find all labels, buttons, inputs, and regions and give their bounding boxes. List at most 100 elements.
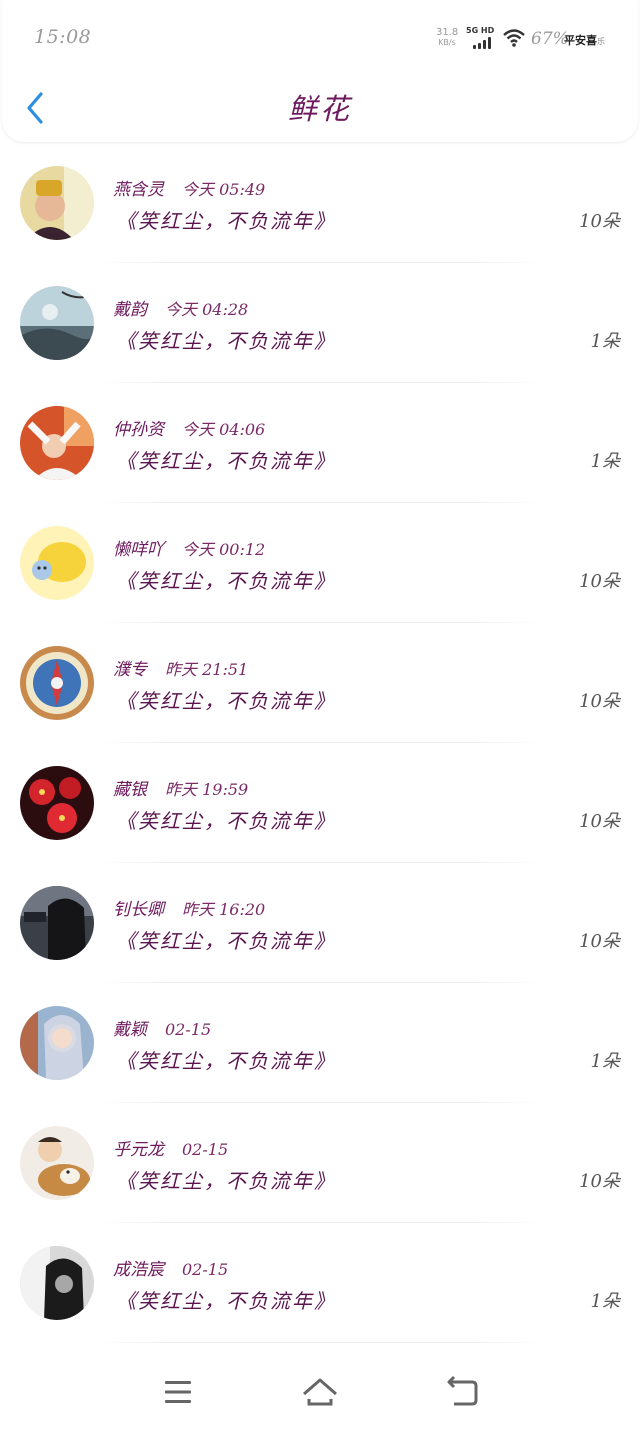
sender-name[interactable]: 濮专 bbox=[113, 660, 147, 680]
gift-time: 昨天 21:51 bbox=[165, 660, 249, 679]
gift-title: 《笑红尘，不负流年》 bbox=[116, 449, 336, 473]
network-type: 5G HD bbox=[466, 26, 495, 35]
page-title: 鲜花 bbox=[287, 92, 352, 126]
signal-icon bbox=[473, 37, 495, 49]
status-time: 15:08 bbox=[34, 26, 92, 48]
flower-count: 10朵 bbox=[579, 571, 620, 592]
sender-name[interactable]: 戴颖 bbox=[113, 1020, 147, 1040]
gift-title: 《笑红尘，不负流年》 bbox=[116, 329, 336, 353]
sender-line: 戴韵 今天 04:28 bbox=[113, 295, 248, 320]
sender-line: 成浩宸 02-15 bbox=[113, 1255, 228, 1280]
avatar-child-dog bbox=[20, 1126, 94, 1200]
sender-name[interactable]: 钊长卿 bbox=[113, 900, 164, 920]
avatar-bw-woman bbox=[20, 1246, 94, 1320]
sender-name[interactable]: 燕含灵 bbox=[113, 180, 164, 200]
gift-list-item[interactable]: 乎元龙 02-15 《笑红尘，不负流年》 10朵 bbox=[0, 1103, 640, 1223]
flower-count: 1朵 bbox=[590, 1291, 620, 1312]
gift-list-item[interactable]: 戴韵 今天 04:28 《笑红尘，不负流年》 1朵 bbox=[0, 263, 640, 383]
gift-time: 02-15 bbox=[182, 1140, 229, 1159]
gift-title: 《笑红尘，不负流年》 bbox=[116, 209, 336, 233]
carrier-suffix: 乐 bbox=[597, 37, 605, 46]
avatar[interactable] bbox=[20, 766, 94, 840]
status-bar: 15:08 31.8 KB/s 5G HD 67% 平安喜乐 bbox=[0, 0, 640, 72]
sender-name[interactable]: 成浩宸 bbox=[113, 1260, 164, 1280]
gift-list-item[interactable]: 燕含灵 今天 05:49 《笑红尘，不负流年》 10朵 bbox=[0, 143, 640, 263]
sender-line: 仲孙资 今天 04:06 bbox=[113, 415, 265, 440]
gift-title: 《笑红尘，不负流年》 bbox=[116, 809, 336, 833]
wifi-icon bbox=[503, 29, 525, 47]
avatar[interactable] bbox=[20, 406, 94, 480]
sender-name[interactable]: 懒咩吖 bbox=[113, 540, 164, 560]
avatar[interactable] bbox=[20, 286, 94, 360]
gift-list-item[interactable]: 戴颖 02-15 《笑红尘，不负流年》 1朵 bbox=[0, 983, 640, 1103]
gift-list-item[interactable]: 仲孙资 今天 04:06 《笑红尘，不负流年》 1朵 bbox=[0, 383, 640, 503]
gift-time: 昨天 16:20 bbox=[182, 900, 266, 919]
avatar-landscape bbox=[20, 286, 94, 360]
system-nav-bar bbox=[0, 1352, 640, 1429]
avatar-red-flowers bbox=[20, 766, 94, 840]
gift-time: 02-15 bbox=[165, 1020, 212, 1039]
flower-count: 1朵 bbox=[590, 451, 620, 472]
header: 鲜花 bbox=[0, 72, 640, 142]
network-speed-value: 31.8 bbox=[436, 27, 459, 38]
avatar[interactable] bbox=[20, 1006, 94, 1080]
network-speed-unit: KB/s bbox=[438, 38, 456, 47]
sender-line: 戴颖 02-15 bbox=[113, 1015, 211, 1040]
gift-time: 今天 04:06 bbox=[182, 420, 266, 439]
gift-list: 燕含灵 今天 05:49 《笑红尘，不负流年》 10朵 戴韵 今天 04:28 《笑红尘，不… bbox=[0, 143, 640, 1343]
gift-title: 《笑红尘，不负流年》 bbox=[116, 1169, 336, 1193]
sender-name[interactable]: 戴韵 bbox=[113, 300, 147, 320]
flower-count: 10朵 bbox=[579, 1171, 620, 1192]
gift-title: 《笑红尘，不负流年》 bbox=[116, 569, 336, 593]
back-icon[interactable] bbox=[442, 1372, 482, 1412]
flower-count: 1朵 bbox=[590, 331, 620, 352]
avatar-girl-hat bbox=[20, 166, 94, 240]
menu-icon[interactable] bbox=[158, 1372, 198, 1412]
flower-count: 1朵 bbox=[590, 1051, 620, 1072]
avatar[interactable] bbox=[20, 166, 94, 240]
gift-title: 《笑红尘，不负流年》 bbox=[116, 929, 336, 953]
avatar-emblem bbox=[20, 646, 94, 720]
carrier-text: 平安喜 bbox=[564, 34, 597, 47]
gift-list-item[interactable]: 懒咩吖 今天 00:12 《笑红尘，不负流年》 10朵 bbox=[0, 503, 640, 623]
avatar[interactable] bbox=[20, 646, 94, 720]
carrier-label: 平安喜乐 bbox=[564, 32, 605, 48]
home-icon[interactable] bbox=[300, 1372, 340, 1412]
avatar-lemon bbox=[20, 526, 94, 600]
gift-time: 今天 00:12 bbox=[182, 540, 266, 559]
gift-list-item[interactable]: 成浩宸 02-15 《笑红尘，不负流年》 1朵 bbox=[0, 1223, 640, 1343]
gift-list-item[interactable]: 濮专 昨天 21:51 《笑红尘，不负流年》 10朵 bbox=[0, 623, 640, 743]
app-root: 15:08 31.8 KB/s 5G HD 67% 平安喜乐 鲜花 燕含灵 今天 … bbox=[0, 0, 640, 1429]
avatar[interactable] bbox=[20, 1126, 94, 1200]
sender-line: 燕含灵 今天 05:49 bbox=[113, 175, 265, 200]
sender-line: 乎元龙 02-15 bbox=[113, 1135, 228, 1160]
gift-list-item[interactable]: 钊长卿 昨天 16:20 《笑红尘，不负流年》 10朵 bbox=[0, 863, 640, 983]
gift-title: 《笑红尘，不负流年》 bbox=[116, 1289, 336, 1313]
flower-count: 10朵 bbox=[579, 811, 620, 832]
avatar[interactable] bbox=[20, 526, 94, 600]
network-speed: 31.8 KB/s bbox=[436, 27, 458, 47]
gift-list-item[interactable]: 藏银 昨天 19:59 《笑红尘，不负流年》 10朵 bbox=[0, 743, 640, 863]
gift-time: 昨天 19:59 bbox=[165, 780, 249, 799]
gift-time: 02-15 bbox=[182, 1260, 229, 1279]
gift-time: 今天 05:49 bbox=[182, 180, 266, 199]
flower-count: 10朵 bbox=[579, 211, 620, 232]
divider bbox=[100, 1342, 540, 1343]
avatar-dark-hair bbox=[20, 886, 94, 960]
sender-line: 懒咩吖 今天 00:12 bbox=[113, 535, 265, 560]
avatar-anime-girl bbox=[20, 1006, 94, 1080]
avatar[interactable] bbox=[20, 1246, 94, 1320]
sender-name[interactable]: 仲孙资 bbox=[113, 420, 164, 440]
sender-name[interactable]: 乎元龙 bbox=[113, 1140, 164, 1160]
sender-name[interactable]: 藏银 bbox=[113, 780, 147, 800]
gift-time: 今天 04:28 bbox=[165, 300, 249, 319]
gift-title: 《笑红尘，不负流年》 bbox=[116, 1049, 336, 1073]
sender-line: 濮专 昨天 21:51 bbox=[113, 655, 248, 680]
gift-title: 《笑红尘，不负流年》 bbox=[116, 689, 336, 713]
sender-line: 藏银 昨天 19:59 bbox=[113, 775, 248, 800]
sender-line: 钊长卿 昨天 16:20 bbox=[113, 895, 265, 920]
avatar[interactable] bbox=[20, 886, 94, 960]
flower-count: 10朵 bbox=[579, 931, 620, 952]
flower-count: 10朵 bbox=[579, 691, 620, 712]
avatar-person-red bbox=[20, 406, 94, 480]
